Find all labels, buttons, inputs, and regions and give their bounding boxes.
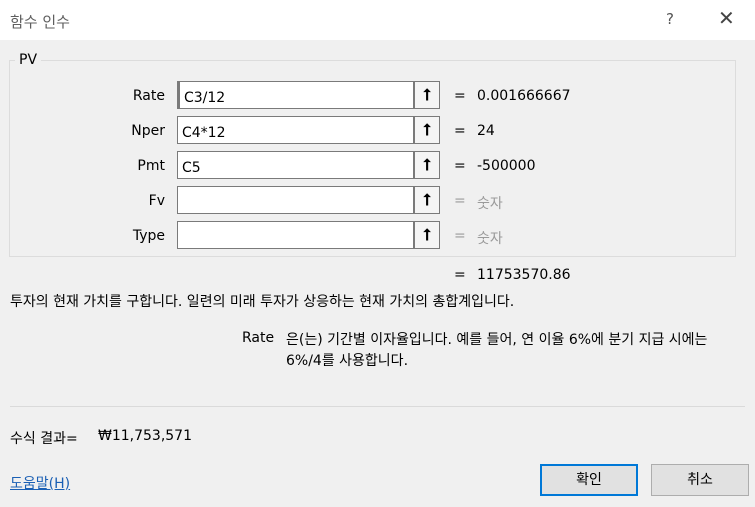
equals-sign: = (454, 193, 466, 209)
fv-result: 숫자 (477, 196, 503, 212)
type-result: 숫자 (477, 231, 503, 247)
nper-collapse-icon[interactable]: ⭡ (414, 116, 440, 144)
pmt-input[interactable] (177, 151, 414, 179)
formula-result-value: ₩11,753,571 (98, 428, 193, 444)
nper-input[interactable] (177, 116, 414, 144)
total-equals-sign: = (454, 267, 466, 283)
arg-label-fv: Fv (148, 193, 165, 209)
pmt-result: -500000 (477, 158, 536, 174)
pmt-collapse-icon[interactable]: ⭡ (414, 151, 440, 179)
rate-input[interactable] (177, 81, 414, 109)
arg-label-pmt: Pmt (137, 158, 165, 174)
dialog-title: 함수 인수 (10, 13, 70, 31)
close-icon[interactable]: ✕ (718, 6, 735, 30)
nper-result: 24 (477, 123, 495, 139)
function-description: 투자의 현재 가치를 구합니다. 일련의 미래 투자가 상응하는 현재 가치의 … (10, 294, 515, 310)
rate-result: 0.001666667 (477, 88, 571, 104)
fv-collapse-icon[interactable]: ⭡ (414, 186, 440, 214)
help-icon[interactable]: ? (666, 10, 674, 28)
equals-sign: = (454, 123, 466, 139)
function-name: PV (15, 52, 42, 68)
ok-button[interactable]: 확인 (540, 464, 638, 496)
title-bar: 함수 인수 ? ✕ (0, 0, 755, 40)
arg-label-nper: Nper (131, 123, 165, 139)
formula-result-label: 수식 결과= (10, 431, 78, 447)
help-link[interactable]: 도움말(H) (10, 473, 70, 493)
rate-collapse-icon[interactable]: ⭡ (414, 81, 440, 109)
fv-input[interactable] (177, 186, 414, 214)
type-collapse-icon[interactable]: ⭡ (414, 221, 440, 249)
cancel-button[interactable]: 취소 (651, 464, 749, 496)
arg-help-name: Rate (242, 330, 275, 346)
equals-sign: = (454, 228, 466, 244)
separator (10, 406, 745, 407)
equals-sign: = (454, 158, 466, 174)
arg-label-rate: Rate (132, 88, 165, 104)
arg-label-type: Type (132, 228, 165, 244)
arg-help-text: 은(는) 기간별 이자율입니다. 예를 들어, 연 이율 6%에 분기 지급 시… (286, 332, 708, 369)
equals-sign: = (454, 88, 466, 104)
total-result: 11753570.86 (477, 267, 571, 283)
type-input[interactable] (177, 221, 414, 249)
